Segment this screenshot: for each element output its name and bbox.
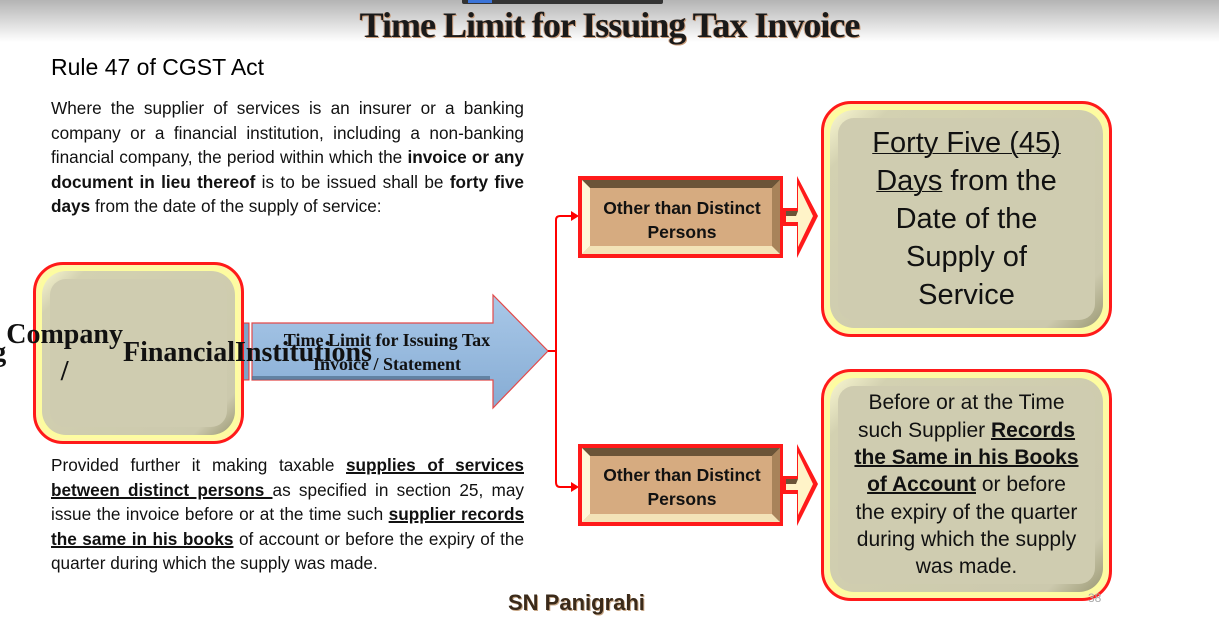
text-run: Service (918, 279, 1015, 311)
page-number: 38 (1088, 591, 1102, 605)
text-run: such Supplier (857, 418, 992, 442)
text-run: of Account (867, 473, 976, 497)
source-box-label: BankingCompany /FinancialInstitutions (0, 279, 372, 427)
text-run: the expiry of the quarter (855, 500, 1078, 524)
footer-author: SN Panigrahi (508, 590, 645, 615)
connector-arrowhead-bottom (571, 482, 579, 492)
text-run: Days (876, 165, 943, 197)
text-run: Date of the (895, 203, 1038, 235)
result-top-text: Forty Five (45) Days from the Date of the S… (872, 124, 1061, 314)
text-run: or before (976, 473, 1066, 497)
text-line: Other than Distinct (603, 198, 761, 218)
text-line: Persons (647, 222, 717, 242)
source-box-banking-institutions: BankingCompany /FinancialInstitutions (0, 262, 372, 444)
branch-top-label: Other than Distinct Persons (582, 196, 782, 244)
text-run: the Same in his Books (854, 446, 1079, 470)
connector-to-top-branch (548, 215, 572, 352)
text-run: from the (942, 165, 1057, 197)
branch-bottom-label: Other than Distinct Persons (582, 463, 782, 511)
text-line: Persons (647, 489, 717, 509)
text-line: Invoice / Statement (313, 354, 461, 374)
text-line: Other than Distinct (603, 465, 761, 485)
text-line: Financial (122, 337, 235, 369)
text-run: was made. (915, 555, 1018, 579)
text-run: Records (991, 418, 1076, 442)
text-line: Company / (6, 318, 123, 388)
connector-arrowhead-top (571, 211, 579, 221)
result-box-forty-five-days: Forty Five (45) Days from the Date of the S… (821, 101, 1112, 337)
main-arrow-bevel (252, 376, 490, 380)
connector-to-bottom-branch (548, 350, 572, 488)
text-run: Forty Five (45) (872, 127, 1061, 159)
text-run: Before or at the Time (868, 391, 1065, 415)
main-arrow-label: Time Limit for Issuing Tax Invoice / Stat… (262, 328, 512, 376)
text-run: Supply of (906, 241, 1027, 273)
result-bottom-text: Before or at the Time such Supplier Recor… (854, 389, 1078, 580)
text-run: during which the supply (856, 527, 1077, 551)
text-line: Time Limit for Issuing Tax (283, 330, 491, 350)
result-box-books-of-account: Before or at the Time such Supplier Recor… (821, 369, 1112, 601)
